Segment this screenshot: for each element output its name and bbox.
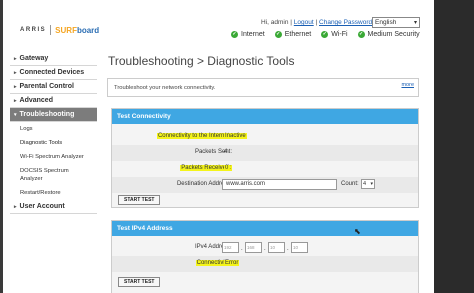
sidebar-subitem-logs[interactable]: Logs: [10, 122, 97, 136]
chevron-down-icon: ▾: [370, 181, 373, 187]
sidebar-subitem-restart-restore[interactable]: Restart/Restore: [10, 186, 97, 200]
count-label: Count:: [341, 181, 359, 187]
more-link[interactable]: more: [401, 82, 414, 88]
sidebar-item-label: Gateway: [19, 55, 49, 62]
logo-surf-text: SURF: [55, 25, 77, 35]
ipv4-octet-2-input[interactable]: 168: [245, 242, 262, 253]
start-test-button[interactable]: START TEST: [118, 195, 161, 205]
sidebar-item-parental-control[interactable]: ▸ Parental Control: [10, 80, 97, 94]
sidebar-item-gateway[interactable]: ▸ Gateway: [10, 52, 97, 66]
sidebar-item-label: Advanced: [19, 97, 53, 104]
status-wifi: ✓ Wi-Fi: [321, 31, 348, 38]
header: ARRIS SURF board Hi, admin | Logout | Cha…: [3, 0, 434, 48]
logo-arris-text: ARRIS: [20, 27, 47, 33]
packets-sent-value: 4: [224, 149, 228, 155]
count-value: 4: [363, 181, 367, 187]
octet-separator: .: [287, 246, 289, 252]
page-title: Troubleshooting > Diagnostic Tools: [108, 54, 295, 68]
chevron-down-icon: ▾: [14, 112, 17, 118]
start-test-ipv4-button[interactable]: START TEST: [118, 277, 161, 287]
status-row: ✓ Internet ✓ Ethernet ✓ Wi-Fi ✓ Medium S…: [231, 31, 420, 38]
panel-heading: Test IPv4 Address: [112, 221, 418, 236]
octet-separator: .: [264, 246, 266, 252]
language-select[interactable]: English ▾: [372, 17, 420, 28]
check-circle-icon: ✓: [321, 31, 329, 38]
chevron-right-icon: ▸: [14, 84, 17, 90]
ipv4-row: IPv4 Address: 192 . 168 . 10 . 10: [112, 240, 418, 256]
destination-row: Destination Address: www.arris.com Count…: [112, 177, 418, 193]
octet-separator: .: [241, 246, 243, 252]
logo-divider: [50, 25, 52, 35]
check-circle-icon: ✓: [357, 31, 365, 38]
right-edge-strip: [434, 0, 474, 293]
chevron-right-icon: ▸: [14, 70, 17, 76]
change-password-link[interactable]: Change Password: [319, 19, 372, 26]
status-internet: ✓ Internet: [231, 31, 265, 38]
connectivity-label: Connectivity to the Internet:: [156, 133, 232, 139]
separator: |: [315, 19, 318, 26]
sidebar-item-troubleshooting[interactable]: ▾ Troubleshooting: [10, 108, 97, 122]
language-value: English: [375, 19, 397, 26]
sidebar-subitem-docsis-spectrum[interactable]: DOCSIS Spectrum: [10, 164, 97, 175]
panel-heading: Test Connectivity: [112, 109, 418, 124]
count-select[interactable]: 4 ▾: [361, 179, 375, 189]
check-circle-icon: ✓: [274, 31, 282, 38]
status-label: Wi-Fi: [331, 31, 348, 38]
greeting: Hi, admin: [261, 19, 289, 26]
sidebar-subitem-wifi-spectrum-analyzer[interactable]: Wi-Fi Spectrum Analyzer: [10, 150, 97, 164]
destination-address-input[interactable]: www.arris.com: [222, 179, 337, 190]
sidebar-item-connected-devices[interactable]: ▸ Connected Devices: [10, 66, 97, 80]
sidebar-subitem-docsis-analyzer[interactable]: Analyzer: [10, 175, 97, 186]
description-text: Troubleshoot your network connectivity.: [114, 85, 216, 91]
check-circle-icon: ✓: [231, 31, 238, 38]
logout-link[interactable]: Logout: [294, 19, 314, 26]
ipv4-octet-4-input[interactable]: 10: [291, 242, 308, 253]
arris-surfboard-logo: ARRIS SURF board: [20, 25, 99, 35]
sidebar-item-label: User Account: [19, 203, 65, 210]
test-connectivity-panel: Test Connectivity Connectivity to the In…: [111, 108, 419, 208]
packets-received-value: 0: [224, 165, 230, 171]
chevron-right-icon: ▸: [14, 98, 17, 104]
sidebar-item-label: Parental Control: [19, 83, 74, 90]
sidebar-item-user-account[interactable]: ▸ User Account: [10, 200, 97, 214]
chevron-right-icon: ▸: [14, 56, 17, 62]
logo-board-text: board: [76, 25, 100, 35]
sidebar-subitem-diagnostic-tools[interactable]: Diagnostic Tools: [10, 136, 97, 150]
description-box: Troubleshoot your network connectivity. …: [107, 78, 419, 97]
chevron-right-icon: ▸: [14, 204, 17, 210]
status-label: Internet: [241, 31, 265, 38]
sidebar-item-label: Connected Devices: [19, 69, 85, 76]
status-security: ✓ Medium Security: [357, 31, 420, 38]
status-ethernet: ✓ Ethernet: [274, 31, 312, 38]
ipv4-octet-3-input[interactable]: 10: [268, 242, 285, 253]
sidebar-nav: ▸ Gateway ▸ Connected Devices ▸ Parental Co…: [10, 52, 97, 214]
separator: |: [290, 19, 292, 26]
main-content: Troubleshooting > Diagnostic Tools Troub…: [107, 48, 427, 293]
user-bar: Hi, admin | Logout | Change Password: [261, 19, 372, 26]
connectivity-row: Connectivity to the Internet: Inactive: [112, 129, 418, 145]
test-ipv4-panel: Test IPv4 Address IPv4 Address: 192 . 16…: [111, 220, 419, 293]
ipv4-octet-1-input[interactable]: 192: [222, 242, 239, 253]
sidebar-item-label: Troubleshooting: [19, 111, 75, 118]
connectivity-value: Inactive: [224, 133, 247, 139]
status-label: Medium Security: [367, 31, 420, 38]
mouse-cursor-icon: ⬉: [354, 227, 361, 236]
chevron-down-icon: ▾: [413, 20, 417, 26]
sidebar-item-advanced[interactable]: ▸ Advanced: [10, 94, 97, 108]
status-label: Ethernet: [284, 31, 312, 38]
ipv4-connectivity-value: Error: [224, 260, 240, 266]
packets-sent-row: Packets Sent: 4: [112, 145, 418, 161]
packets-received-row: Packets Received: 0: [112, 161, 418, 177]
ipv4-connectivity-row: Connectivity: Error: [112, 256, 418, 272]
